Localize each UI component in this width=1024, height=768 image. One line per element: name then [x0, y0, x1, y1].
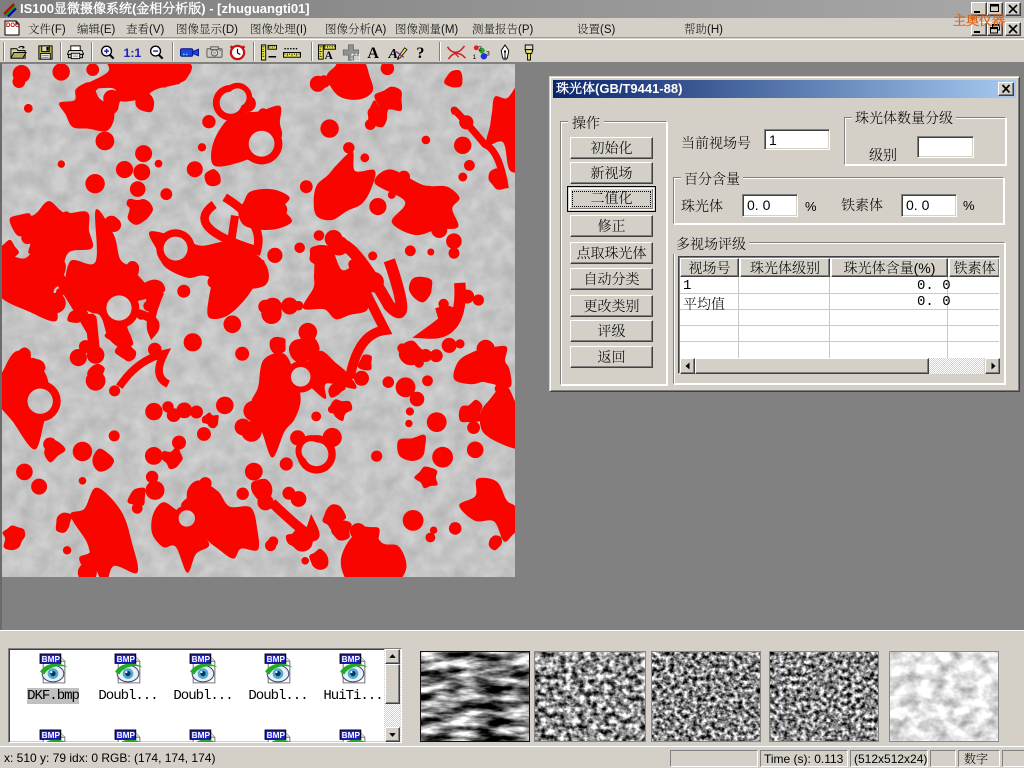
svg-text:2: 2	[478, 46, 482, 53]
svg-text:3: 3	[486, 50, 490, 57]
svg-text:DOC: DOC	[6, 23, 20, 29]
svg-text:?: ?	[416, 45, 424, 61]
svg-text:A: A	[388, 46, 398, 61]
svg-text:A: A	[325, 50, 334, 61]
svg-text:1: 1	[473, 54, 477, 61]
svg-text:1:1: 1:1	[124, 46, 142, 60]
svg-text:A: A	[367, 45, 379, 61]
